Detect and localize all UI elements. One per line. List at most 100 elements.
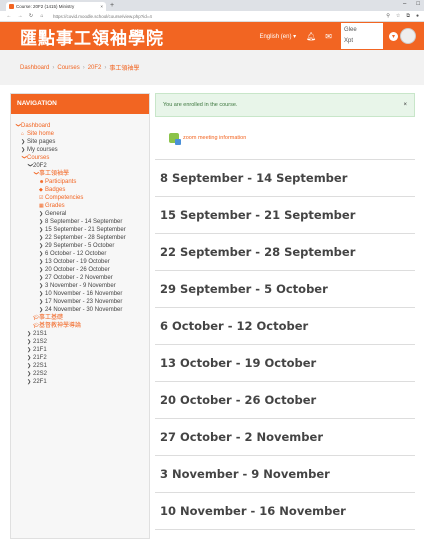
nav-item[interactable]: ❯事工領袖學	[15, 170, 145, 178]
breadcrumb-item[interactable]: Dashboard	[20, 65, 49, 71]
nav-item-label: Dashboard	[21, 123, 51, 129]
navigation-header: NAVIGATION	[11, 94, 149, 114]
user-menu-chevron-icon[interactable]: ▾	[389, 31, 398, 41]
nav-item[interactable]: ❯ 21F2	[15, 354, 145, 362]
nav-item[interactable]: ▦Grades	[15, 202, 145, 210]
breadcrumb-item[interactable]: 事工領袖學	[109, 63, 139, 72]
nav-item[interactable]: ❯ 29 September - 5 October	[15, 242, 145, 250]
navigation-block: NAVIGATION ❯Dashboard ⌂ Site home ❯ Site pag…	[10, 93, 150, 539]
chevron-down-icon: ❯	[15, 123, 21, 128]
zoom-meeting-link[interactable]: zoom meeting information	[183, 135, 246, 141]
nav-item[interactable]: ❯ General	[15, 210, 145, 218]
nav-item-label: 21F1	[33, 347, 47, 353]
breadcrumb-item[interactable]: Courses	[57, 65, 79, 71]
nav-item-label: Grades	[45, 203, 65, 209]
nav-item[interactable]: ❯ 13 October - 19 October	[15, 258, 145, 266]
chevron-down-icon: ❯	[27, 163, 33, 168]
messages-icon[interactable]: ✉	[325, 32, 332, 41]
nav-item-label: 22F1	[33, 379, 47, 385]
nav-item[interactable]: ❯ 21S2	[15, 338, 145, 346]
week-section-title[interactable]: 6 October - 12 October	[155, 308, 415, 345]
nav-item-label: 8 September - 14 September	[45, 219, 123, 225]
nav-item[interactable]: ❯ 6 October - 12 October	[15, 250, 145, 258]
avatar[interactable]	[400, 28, 416, 44]
nav-item[interactable]: ❯ 22F1	[15, 378, 145, 386]
nav-item-label: Courses	[27, 155, 50, 161]
breadcrumb-item[interactable]: 20F2	[88, 65, 102, 71]
maximize-button[interactable]: □	[416, 1, 420, 7]
nav-item-label: General	[45, 211, 67, 217]
address-bar[interactable]: https://covid.moodle.school/course/view.…	[53, 14, 380, 19]
nav-item[interactable]: ◆ Badges	[15, 186, 145, 194]
site-title[interactable]: 匯點事工領袖學院	[20, 24, 164, 49]
profile-icon[interactable]: ●	[416, 13, 419, 19]
week-section-title[interactable]: 20 October - 26 October	[155, 382, 415, 419]
nav-item[interactable]: ❯ 20 October - 26 October	[15, 266, 145, 274]
week-section-title[interactable]: 29 September - 5 October	[155, 271, 415, 308]
week-section-title[interactable]: 3 November - 9 November	[155, 456, 415, 493]
nav-item[interactable]: ❯ 22S1	[15, 362, 145, 370]
nav-item[interactable]: ❯ 21S1	[15, 330, 145, 338]
navigation-tree: ❯Dashboard ⌂ Site home ❯ Site pages ❯ My cours…	[11, 114, 149, 386]
site-header: 匯點事工領袖學院 English (en) ▾ 🔔︎ ✉ Glee Xpt ▾	[0, 22, 424, 50]
zoom-activity: zoom meeting information	[155, 117, 415, 160]
nav-item[interactable]: ❯ 15 September - 21 September	[15, 226, 145, 234]
week-section-title[interactable]: 15 September - 21 September	[155, 197, 415, 234]
nav-item[interactable]: ❯ 22 September - 28 September	[15, 234, 145, 242]
nav-item[interactable]: 🎓︎基督教神學導論	[15, 322, 145, 330]
user-name-box[interactable]: Glee Xpt	[341, 23, 383, 49]
collections-icon[interactable]: ⧉	[406, 13, 410, 19]
home-icon[interactable]: ⌂	[38, 13, 46, 19]
nav-item[interactable]: ❯20F2	[15, 162, 145, 170]
nav-item[interactable]: ☑ Competencies	[15, 194, 145, 202]
tab-close-icon[interactable]: ×	[100, 4, 103, 9]
week-section-title[interactable]: 10 November - 16 November	[155, 493, 415, 530]
nav-item-label: 20F2	[33, 163, 47, 169]
nav-item[interactable]: ❯ 21F1	[15, 346, 145, 354]
new-tab-button[interactable]: +	[110, 2, 114, 9]
nav-item[interactable]: ❯Courses	[15, 154, 145, 162]
url-resource-icon	[169, 133, 181, 145]
nav-item[interactable]: ❯ 10 November - 16 November	[15, 290, 145, 298]
bell-icon[interactable]: 🔔︎	[306, 32, 316, 41]
nav-item-label: 6 October - 12 October	[45, 251, 107, 257]
week-section-title[interactable]: 27 October - 2 November	[155, 419, 415, 456]
nav-item[interactable]: ❯ My courses	[15, 146, 145, 154]
nav-item-label: 24 November - 30 November	[45, 307, 123, 313]
nav-item-label: 22S1	[33, 363, 48, 369]
nav-item[interactable]: ❯ Site pages	[15, 138, 145, 146]
nav-item-label: Site pages	[27, 139, 56, 145]
forward-icon[interactable]: →	[16, 13, 24, 19]
bookmark-star-icon[interactable]: ☆	[396, 13, 400, 19]
week-section-title[interactable]: 22 September - 28 September	[155, 234, 415, 271]
nav-item[interactable]: ❯Dashboard	[15, 122, 145, 130]
breadcrumb-separator: ›	[52, 64, 55, 71]
language-menu[interactable]: English (en) ▾	[259, 33, 296, 40]
nav-item[interactable]: ❯ 27 October - 2 November	[15, 274, 145, 282]
nav-item-label: 13 October - 19 October	[45, 259, 110, 265]
minimize-button[interactable]: –	[403, 1, 406, 7]
week-section-title[interactable]: 13 October - 19 October	[155, 345, 415, 382]
nav-item-label: 17 November - 23 November	[45, 299, 123, 305]
nav-item-label: 3 November - 9 November	[45, 283, 116, 289]
nav-item[interactable]: ❯ 24 November - 30 November	[15, 306, 145, 314]
nav-item[interactable]: ❯ 8 September - 14 September	[15, 218, 145, 226]
breadcrumb-separator: ›	[104, 64, 107, 71]
reload-icon[interactable]: ↻	[27, 13, 35, 19]
nav-item[interactable]: ❯ 3 November - 9 November	[15, 282, 145, 290]
zoom-icon[interactable]: ⚲	[386, 13, 390, 19]
nav-item-label: 22S2	[33, 371, 48, 377]
browser-tab[interactable]: Course: 20F2 (1415) Ministry ×	[6, 2, 106, 11]
nav-item[interactable]: ⌂ Site home	[15, 130, 145, 138]
nav-item-label: Competencies	[45, 195, 84, 201]
nav-item-label: 21F2	[33, 355, 47, 361]
breadcrumb: Dashboard › Courses › 20F2 › 事工領袖學	[0, 50, 424, 85]
nav-item[interactable]: ❯ 22S2	[15, 370, 145, 378]
alert-close-icon[interactable]: ×	[403, 102, 407, 108]
back-icon[interactable]: ←	[5, 13, 13, 19]
nav-item[interactable]: ☻Participants	[15, 178, 145, 186]
nav-item[interactable]: 🎓︎事工基礎	[15, 314, 145, 322]
nav-item[interactable]: ❯ 17 November - 23 November	[15, 298, 145, 306]
week-section-title[interactable]: 8 September - 14 September	[155, 160, 415, 197]
nav-item-label: 27 October - 2 November	[45, 275, 113, 281]
